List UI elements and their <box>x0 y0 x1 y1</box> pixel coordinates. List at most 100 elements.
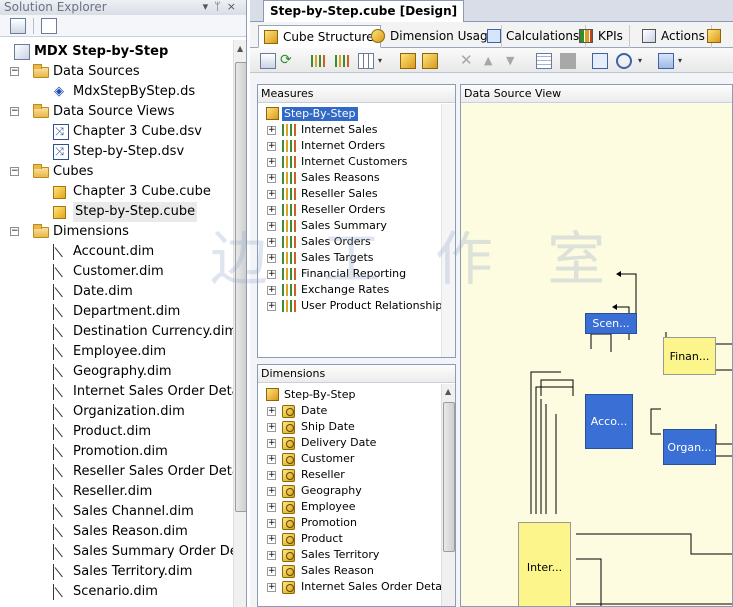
expand-icon[interactable]: + <box>267 174 276 183</box>
expand-icon[interactable]: + <box>267 423 276 432</box>
show-table-icon[interactable] <box>536 53 552 69</box>
tree-item[interactable]: MdxStepByStep.ds <box>0 82 233 102</box>
dsv-diagram[interactable]: Scen... Finan... Acco... Organ... Inter.… <box>461 104 732 606</box>
tree-item[interactable]: Step-by-Step.dsv <box>0 142 233 162</box>
pin-icon[interactable]: ᛘ <box>214 0 227 13</box>
expand-icon[interactable]: + <box>267 142 276 151</box>
dsv-table-account[interactable]: Acco... <box>585 394 633 449</box>
dsv-table-financial[interactable]: Finan... <box>663 337 716 375</box>
show-measure-grid-icon[interactable] <box>358 53 374 69</box>
expand-icon[interactable]: + <box>267 190 276 199</box>
tree-item[interactable]: Geography.dim <box>0 362 233 382</box>
measures-scrollbar[interactable] <box>441 104 455 357</box>
expand-icon[interactable]: + <box>267 439 276 448</box>
expand-icon[interactable]: + <box>267 567 276 576</box>
dsv-table-internet[interactable]: Inter... <box>518 522 571 606</box>
expand-icon[interactable]: + <box>267 302 276 311</box>
expand-icon[interactable]: + <box>267 270 276 279</box>
tree-item[interactable]: Promotion.dim <box>0 442 233 462</box>
dsv-table-organization[interactable]: Organ... <box>663 429 716 465</box>
tree-item[interactable]: Date.dim <box>0 282 233 302</box>
expand-icon[interactable]: + <box>267 519 276 528</box>
tree-item[interactable]: Account.dim <box>0 242 233 262</box>
expand-icon[interactable]: + <box>267 254 276 263</box>
expand-icon[interactable]: + <box>267 583 276 592</box>
add-dimension-icon[interactable] <box>422 53 438 69</box>
tab-calculations[interactable]: Calculations <box>482 25 587 48</box>
dimension-icon <box>53 384 69 400</box>
tree-item[interactable]: Chapter 3 Cube.dsv <box>0 122 233 142</box>
tree-folder[interactable]: − Dimensions <box>0 222 233 242</box>
process-icon[interactable] <box>260 53 276 69</box>
expand-icon[interactable]: + <box>267 503 276 512</box>
new-measure-icon[interactable] <box>310 53 326 69</box>
tree-item[interactable]: Product.dim <box>0 422 233 442</box>
collapse-icon[interactable]: − <box>10 67 19 76</box>
add-cube-dimension-icon[interactable] <box>400 53 416 69</box>
tree-item[interactable]: Sales Channel.dim <box>0 502 233 522</box>
collapse-icon[interactable]: − <box>10 107 19 116</box>
expand-icon[interactable]: + <box>267 126 276 135</box>
new-measure-group-icon[interactable] <box>334 53 350 69</box>
tree-folder[interactable]: − Cubes <box>0 162 233 182</box>
arrange-dropdown-icon[interactable]: ▾ <box>678 53 694 69</box>
expand-icon[interactable]: + <box>267 535 276 544</box>
expand-icon[interactable]: + <box>267 407 276 416</box>
delete-icon[interactable]: ✕ <box>460 53 476 69</box>
find-table-icon[interactable] <box>592 53 608 69</box>
tree-folder[interactable]: − Data Source Views <box>0 102 233 122</box>
close-icon[interactable]: × <box>227 0 242 13</box>
tree-item[interactable]: Reseller Sales Order Detail <box>0 462 233 482</box>
expand-icon[interactable]: + <box>267 455 276 464</box>
expand-icon[interactable]: + <box>267 286 276 295</box>
collapse-icon[interactable]: − <box>10 227 19 236</box>
tree-item[interactable]: Internet Sales Order Details <box>0 382 233 402</box>
collapse-icon[interactable]: − <box>10 167 19 176</box>
zoom-dropdown-icon[interactable]: ▾ <box>638 53 654 69</box>
scroll-up-icon[interactable]: ▲ <box>237 44 243 53</box>
expand-icon[interactable]: + <box>267 471 276 480</box>
document-tab[interactable]: Step-by-Step.cube [Design] <box>263 0 465 22</box>
tree-item[interactable]: Scenario.dim <box>0 582 233 602</box>
expand-icon[interactable]: + <box>267 206 276 215</box>
dimensions-scrollbar[interactable]: ▲ <box>441 384 455 606</box>
expand-icon[interactable]: + <box>267 158 276 167</box>
properties-icon[interactable] <box>10 17 26 34</box>
tree-item[interactable]: Reseller.dim <box>0 482 233 502</box>
move-down-icon[interactable]: ▼ <box>506 53 522 69</box>
tab-overflow[interactable] <box>702 25 728 48</box>
tree-item[interactable]: Sales Reason.dim <box>0 522 233 542</box>
scrollbar-thumb[interactable] <box>443 402 455 552</box>
dsv-header: Data Source View <box>461 85 732 103</box>
tree-item[interactable]: Step-by-Step.cube <box>0 202 233 222</box>
tab-kpis[interactable]: KPIs <box>574 25 630 48</box>
show-all-files-icon[interactable] <box>41 17 57 34</box>
tree-item[interactable]: Chapter 3 Cube.cube <box>0 182 233 202</box>
tab-actions[interactable]: Actions <box>637 25 712 48</box>
dimension-label: Sales Reason <box>301 564 374 577</box>
expand-icon[interactable]: + <box>267 238 276 247</box>
hide-table-icon[interactable] <box>560 53 576 69</box>
tree-item[interactable]: Sales Summary Order Deta <box>0 542 233 562</box>
dsv-table-scenario[interactable]: Scen... <box>585 313 637 334</box>
tree-item[interactable]: Department.dim <box>0 302 233 322</box>
scroll-up-icon[interactable]: ▲ <box>445 387 451 396</box>
solution-explorer-scrollbar[interactable]: ▲ <box>233 40 246 607</box>
expand-icon[interactable]: + <box>267 222 276 231</box>
dropdown-icon[interactable]: ▾ <box>203 0 215 13</box>
tree-item[interactable]: Customer.dim <box>0 262 233 282</box>
expand-icon[interactable]: + <box>267 487 276 496</box>
tree-folder[interactable]: − Data Sources <box>0 62 233 82</box>
scrollbar-thumb[interactable] <box>235 62 246 512</box>
tree-item[interactable]: Employee.dim <box>0 342 233 362</box>
tree-item[interactable]: Sales Territory.dim <box>0 562 233 582</box>
refresh-icon[interactable]: ⟳ <box>280 53 296 69</box>
zoom-icon[interactable] <box>616 53 632 69</box>
expand-icon[interactable]: + <box>267 551 276 560</box>
dropdown-arrow-icon[interactable]: ▾ <box>378 53 394 69</box>
tab-cube-structure[interactable]: Cube Structure <box>258 25 381 48</box>
arrange-tables-icon[interactable] <box>658 53 674 69</box>
tree-item[interactable]: Destination Currency.dim <box>0 322 233 342</box>
tree-item[interactable]: Organization.dim <box>0 402 233 422</box>
move-up-icon[interactable]: ▲ <box>484 53 500 69</box>
